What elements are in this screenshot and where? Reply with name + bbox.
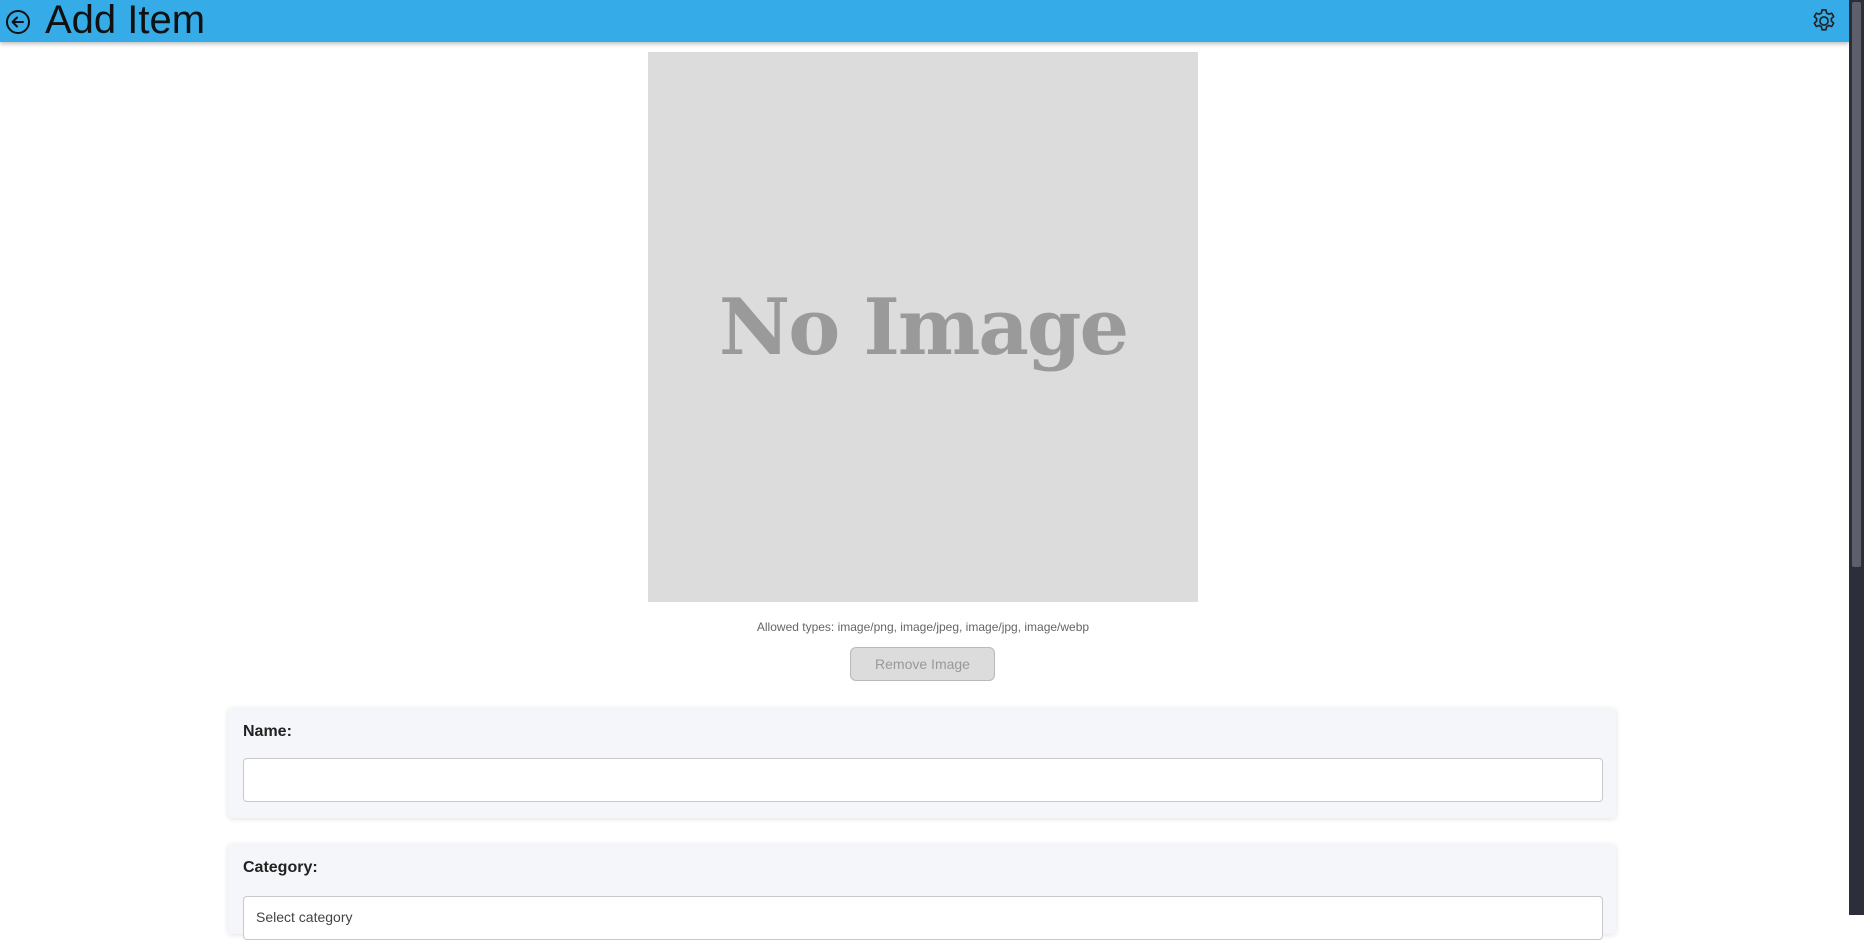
scrollbar-thumb[interactable] <box>1852 2 1861 567</box>
allowed-types-hint: Allowed types: image/png, image/jpeg, im… <box>756 620 1090 634</box>
top-app-bar: Add Item <box>0 0 1849 42</box>
vertical-scrollbar[interactable] <box>1849 0 1864 915</box>
main-content: No Image Allowed types: image/png, image… <box>0 42 1849 940</box>
back-arrow-icon[interactable] <box>4 8 32 36</box>
remove-image-button[interactable]: Remove Image <box>850 647 995 681</box>
category-field-card: Category: Select category <box>228 844 1616 940</box>
name-field-card: Name: <box>228 708 1616 818</box>
category-label: Category: <box>243 859 318 876</box>
category-select[interactable]: Select category <box>243 896 1603 940</box>
image-preview[interactable]: No Image <box>648 52 1198 602</box>
name-label: Name: <box>243 723 292 740</box>
page-title: Add Item <box>45 0 206 42</box>
gear-icon[interactable] <box>1810 7 1838 35</box>
name-input[interactable] <box>243 758 1603 802</box>
no-image-placeholder: No Image <box>718 281 1129 373</box>
